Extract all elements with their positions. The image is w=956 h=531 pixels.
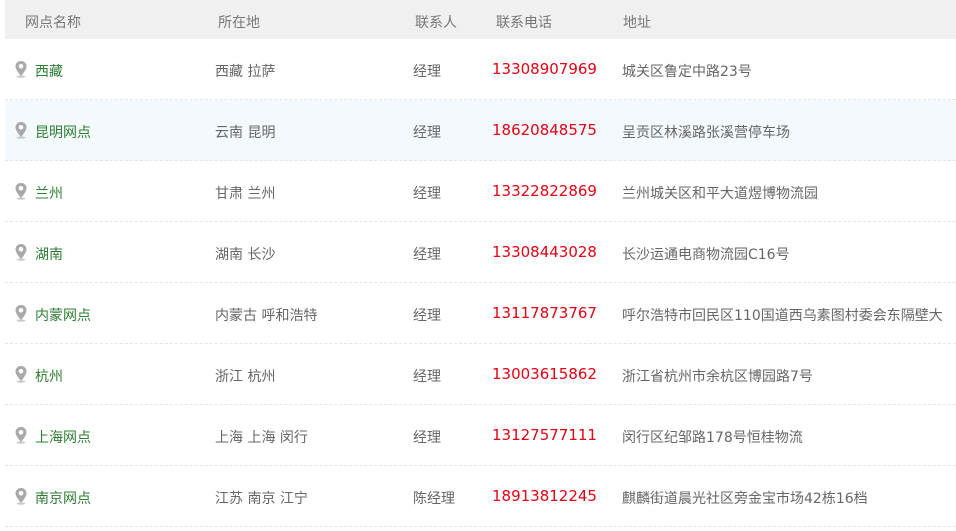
branch-contact: 陈经理 <box>413 491 455 507</box>
header-location: 所在地 <box>218 15 260 31</box>
header-name: 网点名称 <box>25 15 81 31</box>
branch-name-link[interactable]: 南京网点 <box>35 488 91 508</box>
map-pin-icon <box>15 244 27 261</box>
branch-location: 浙江 杭州 <box>215 369 276 385</box>
branch-location: 江苏 南京 江宁 <box>215 491 308 507</box>
map-pin-icon <box>15 488 27 505</box>
branch-phone: 13308443028 <box>492 243 597 261</box>
header-address: 地址 <box>623 15 651 31</box>
branch-name-link[interactable]: 内蒙网点 <box>35 305 91 325</box>
table-row: 南京网点 江苏 南京 江宁 陈经理 18913812245 麒麟街道晨光社区旁金宝市场4… <box>5 466 956 527</box>
branch-name-link[interactable]: 杭州 <box>35 366 63 386</box>
map-pin-icon <box>15 305 27 322</box>
branch-contact: 经理 <box>413 186 441 202</box>
map-pin-icon <box>15 427 27 444</box>
branch-phone: 18913812245 <box>492 487 597 505</box>
branch-location: 内蒙古 呼和浩特 <box>215 308 318 324</box>
branch-address: 长沙运通电商物流园C16号 <box>622 247 790 263</box>
branch-address: 呈贡区林溪路张溪营停车场 <box>622 125 790 141</box>
branch-phone: 13127577111 <box>492 426 597 444</box>
branch-address: 麒麟街道晨光社区旁金宝市场42栋16档 <box>622 491 868 507</box>
table-body: 西藏 西藏 拉萨 经理 13308907969 城关区鲁定中路23号 昆明网点 云南 昆明经… <box>5 39 956 527</box>
branch-contact: 经理 <box>413 430 441 446</box>
branch-location: 西藏 拉萨 <box>215 64 276 80</box>
branch-name-link[interactable]: 湖南 <box>35 244 63 264</box>
branch-phone: 18620848575 <box>492 121 597 139</box>
branch-name-link[interactable]: 昆明网点 <box>35 122 91 142</box>
branch-contact: 经理 <box>413 64 441 80</box>
table-row: 湖南 湖南 长沙 经理 13308443028 长沙运通电商物流园C16号 <box>5 222 956 283</box>
branch-contact: 经理 <box>413 308 441 324</box>
map-pin-icon <box>15 366 27 383</box>
branch-contact: 经理 <box>413 125 441 141</box>
branch-location: 湖南 长沙 <box>215 247 276 263</box>
branch-phone: 13117873767 <box>492 304 597 322</box>
table-row: 杭州 浙江 杭州 经理 13003615862 浙江省杭州市余杭区博园路7号 <box>5 344 956 405</box>
table-row: 西藏 西藏 拉萨 经理 13308907969 城关区鲁定中路23号 <box>5 39 956 100</box>
branch-address: 兰州城关区和平大道煜博物流园 <box>622 186 818 202</box>
table-row: 兰州 甘肃 兰州 经理 13322822869 兰州城关区和平大道煜博物流园 <box>5 161 956 222</box>
branch-location: 甘肃 兰州 <box>215 186 276 202</box>
header-phone: 联系电话 <box>496 15 552 31</box>
table-row: 内蒙网点 内蒙古 呼和浩特 经理 13117873767 呼尔浩特市回民区110国道西乌… <box>5 283 956 344</box>
branch-location: 云南 昆明 <box>215 125 276 141</box>
branch-address: 呼尔浩特市回民区110国道西乌素图村委会东隔壁大 <box>622 308 943 324</box>
header-contact: 联系人 <box>415 15 457 31</box>
table-row: 上海网点 上海 上海 闵行 经理 13127577111 闵行区纪邹路178号恒桂物流 <box>5 405 956 466</box>
branch-name-link[interactable]: 西藏 <box>35 61 63 81</box>
branch-contact: 经理 <box>413 369 441 385</box>
map-pin-icon <box>15 122 27 139</box>
branch-address: 闵行区纪邹路178号恒桂物流 <box>622 430 803 446</box>
branch-address: 城关区鲁定中路23号 <box>622 64 752 80</box>
table-row: 昆明网点 云南 昆明 经理 18620848575 呈贡区林溪路张溪营停车场 <box>5 100 956 161</box>
map-pin-icon <box>15 61 27 78</box>
map-pin-icon <box>15 183 27 200</box>
branch-phone: 13003615862 <box>492 365 597 383</box>
branch-name-link[interactable]: 兰州 <box>35 183 63 203</box>
branch-address: 浙江省杭州市余杭区博园路7号 <box>622 369 813 385</box>
branch-phone: 13322822869 <box>492 182 597 200</box>
branch-contact: 经理 <box>413 247 441 263</box>
table-header: 网点名称 所在地 联系人 联系电话 地址 <box>5 0 956 39</box>
branch-location: 上海 上海 闵行 <box>215 430 308 446</box>
branch-name-link[interactable]: 上海网点 <box>35 427 91 447</box>
branch-table: 网点名称 所在地 联系人 联系电话 地址 西藏 西藏 拉萨 经理 1330890796… <box>5 0 956 527</box>
branch-phone: 13308907969 <box>492 60 597 78</box>
